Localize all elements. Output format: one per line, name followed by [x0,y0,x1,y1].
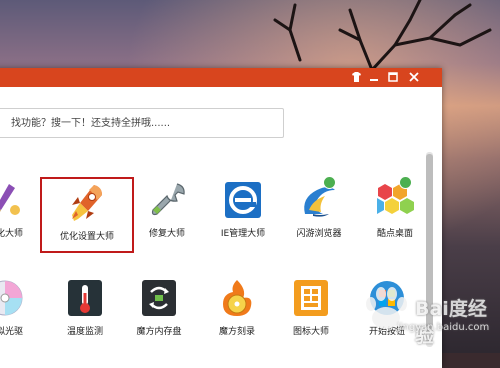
tool-label: 优化设置大师 [59,232,114,242]
search-input[interactable] [11,109,271,137]
icon-master-icon [291,278,331,318]
tool-label: 闪游浏览器 [296,229,342,239]
tool-cd-burn[interactable]: 魔方刻录 [198,278,276,348]
ie-icon [223,180,263,220]
update-badge [399,176,412,189]
tool-optimize-settings-master[interactable]: 优化设置大师 [40,177,134,253]
skin-icon[interactable] [348,69,364,85]
tool-memory-disk[interactable]: 魔方内存盘 [120,278,198,348]
update-badge [323,176,336,189]
tool-kudian-desktop[interactable]: 酷点桌面 [356,176,434,250]
watermark-subtext: jingyan.baidu.com [397,322,490,333]
paintbrush-icon [0,180,25,220]
minimize-icon[interactable] [366,69,382,85]
baidu-jingyan-watermark: Bai度经验 jingyan.baidu.com [355,280,495,347]
maximize-icon[interactable] [385,69,401,85]
tool-label: 魔方内存盘 [136,327,182,337]
tool-label: 魔方刻录 [218,327,255,337]
tool-label: 温度监测 [66,327,103,337]
disc-icon [0,278,25,318]
title-bar [0,68,442,87]
tool-shanyou-browser[interactable]: 闪游浏览器 [280,176,358,250]
tool-label: 美化大师 [0,229,23,239]
tool-icon-master[interactable]: 图标大师 [272,278,350,348]
tool-ie-master[interactable]: IE管理大师 [204,180,282,250]
tool-label: 酷点桌面 [376,229,413,239]
tool-label: 虚拟光驱 [0,327,23,337]
search-box[interactable] [0,108,284,138]
burn-disc-icon [217,278,257,318]
rocket-icon [66,183,106,223]
wrench-icon [147,180,187,220]
close-icon[interactable] [406,69,422,85]
tool-label: 图标大师 [292,327,329,337]
memory-disk-icon [139,278,179,318]
tool-temperature-monitor[interactable]: 温度监测 [46,278,124,348]
thermometer-icon [65,278,105,318]
tool-repair-master[interactable]: 修复大师 [128,180,206,250]
tool-beautify-master[interactable]: 美化大师 [0,180,44,250]
tool-virtual-drive[interactable]: 虚拟光驱 [0,278,44,348]
watermark-text: Bai度经验 [415,298,487,347]
tool-label: IE管理大师 [220,229,266,239]
tool-label: 修复大师 [148,229,185,239]
